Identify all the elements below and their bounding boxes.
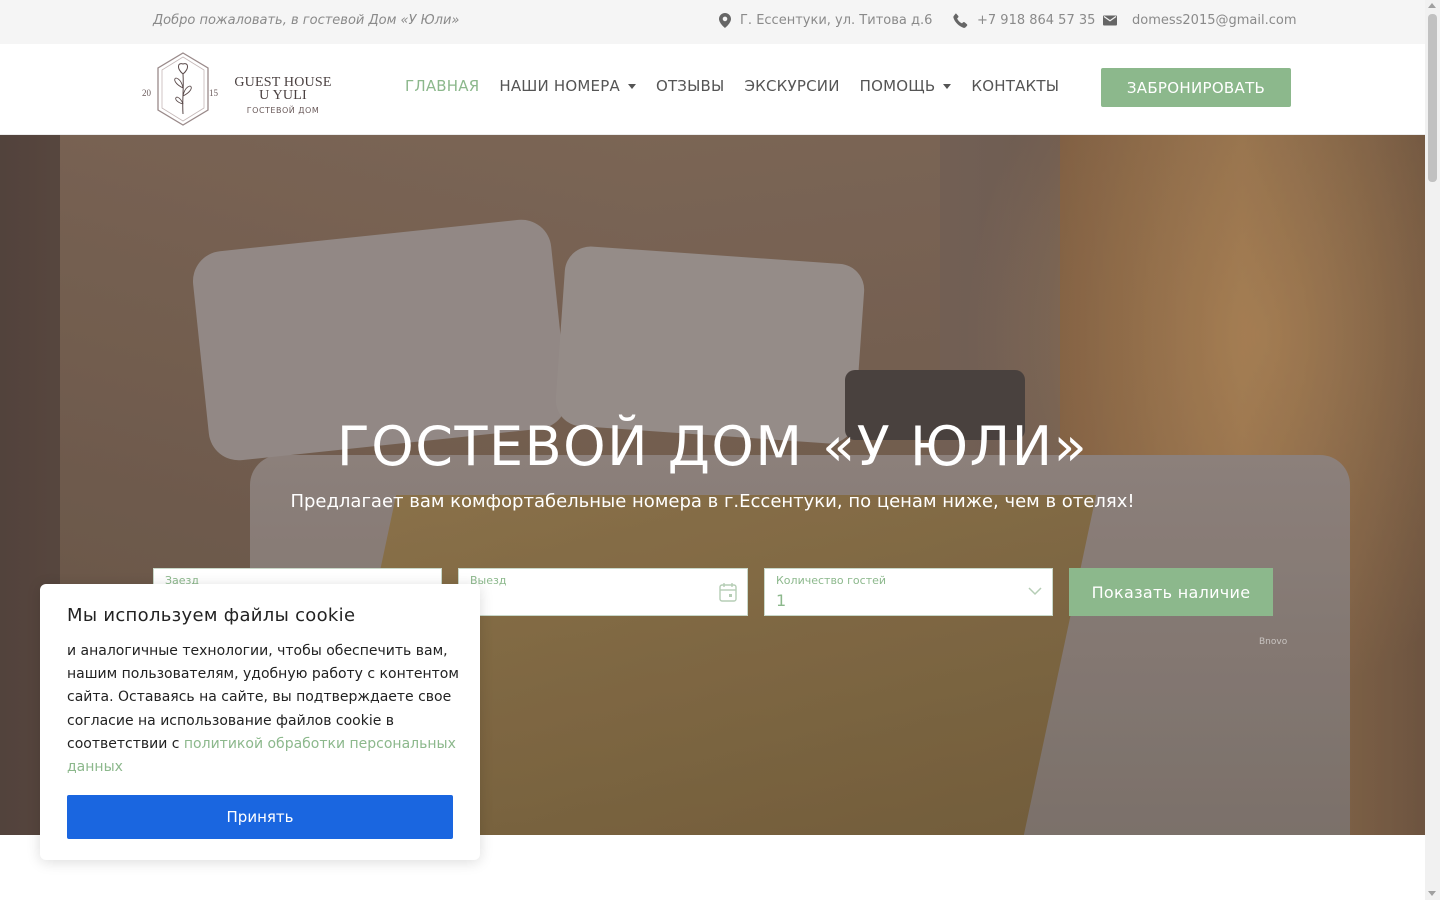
cookie-consent-popup: Мы используем файлы cookie и аналогичные… <box>40 584 480 860</box>
guests-label: Количество гостей <box>776 574 887 587</box>
logo-title-line2: U YULI <box>259 88 307 103</box>
cookie-text: и аналогичные технологии, чтобы обеспечи… <box>67 640 462 779</box>
phone-info[interactable]: +7 918 864 57 35 <box>953 13 1095 28</box>
nav-item-reviews[interactable]: ОТЗЫВЫ <box>656 77 725 95</box>
show-availability-button[interactable]: Показать наличие <box>1069 568 1273 616</box>
nav-item-contacts[interactable]: КОНТАКТЫ <box>971 77 1059 95</box>
nav-item-excursions[interactable]: ЭКСКУРСИИ <box>744 77 839 95</box>
nav-item-label: ОТЗЫВЫ <box>655 77 725 95</box>
hero-lead: Предлагает вам комфортабельные номера в … <box>290 491 1135 512</box>
address-info: Г. Ессентуки, ул. Титова д.6 <box>719 13 932 28</box>
phone-text[interactable]: +7 918 864 57 35 <box>977 13 1095 28</box>
hero-title: ГОСТЕВОЙ ДОМ «У ЮЛИ» <box>336 415 1089 478</box>
page-scrollbar[interactable] <box>1425 0 1440 900</box>
bnovo-credit[interactable]: Bnovo <box>1259 637 1287 647</box>
cookie-title: Мы используем файлы cookie <box>67 605 356 626</box>
logo-subtitle: ГОСТЕВОЙ ДОМ <box>246 106 320 115</box>
map-pin-icon <box>719 13 731 28</box>
guests-value: 1 <box>776 591 787 610</box>
phone-icon <box>953 13 968 28</box>
calendar-icon <box>719 583 737 602</box>
email-text[interactable]: domess2015@gmail.com <box>1132 13 1297 28</box>
nav-item-label: ПОМОЩЬ <box>859 77 936 95</box>
book-button[interactable]: ЗАБРОНИРОВАТЬ <box>1101 68 1291 107</box>
checkout-field[interactable]: Выезд <box>458 568 748 616</box>
nav-item-label: ГЛАВНАЯ <box>405 77 480 95</box>
site-logo[interactable]: 20 15 GUEST HOUSE U YULI ГОСТЕВОЙ ДОМ <box>140 52 340 128</box>
scroll-up-arrow-icon[interactable] <box>1428 3 1436 8</box>
email-info[interactable]: domess2015@gmail.com <box>1103 13 1297 28</box>
nav-item-label: ЭКСКУРСИИ <box>744 77 840 95</box>
chevron-down-icon <box>1028 587 1042 596</box>
scroll-down-arrow-icon[interactable] <box>1428 891 1436 896</box>
nav-item-rooms[interactable]: НАШИ НОМЕРА <box>499 77 636 95</box>
accept-cookies-button[interactable]: Принять <box>67 795 453 839</box>
scrollbar-thumb[interactable] <box>1428 14 1437 182</box>
logo-year-right: 15 <box>209 88 218 98</box>
caret-down-icon <box>943 83 952 89</box>
caret-down-icon <box>627 83 636 89</box>
nav-item-label: КОНТАКТЫ <box>971 77 1060 95</box>
mail-icon <box>1103 15 1117 26</box>
address-text: Г. Ессентуки, ул. Титова д.6 <box>740 13 933 28</box>
site-header: 20 15 GUEST HOUSE U YULI ГОСТЕВОЙ ДОМ ГЛ… <box>0 44 1425 135</box>
main-nav: ГЛАВНАЯ НАШИ НОМЕРА ОТЗЫВЫ ЭКСКУРСИИ ПОМ… <box>405 77 1079 95</box>
welcome-text: Добро пожаловать, в гостевой Дом «У Юли» <box>153 13 460 28</box>
nav-item-help[interactable]: ПОМОЩЬ <box>860 77 952 95</box>
guests-select[interactable]: Количество гостей 1 <box>764 568 1053 616</box>
hexagon-flower-emblem <box>157 52 209 126</box>
nav-item-label: НАШИ НОМЕРА <box>499 77 620 95</box>
logo-title: GUEST HOUSE U YULI <box>233 76 333 103</box>
logo-year-left: 20 <box>142 88 151 98</box>
top-info-bar: Добро пожаловать, в гостевой Дом «У Юли»… <box>0 0 1425 44</box>
nav-item-home[interactable]: ГЛАВНАЯ <box>405 77 479 95</box>
